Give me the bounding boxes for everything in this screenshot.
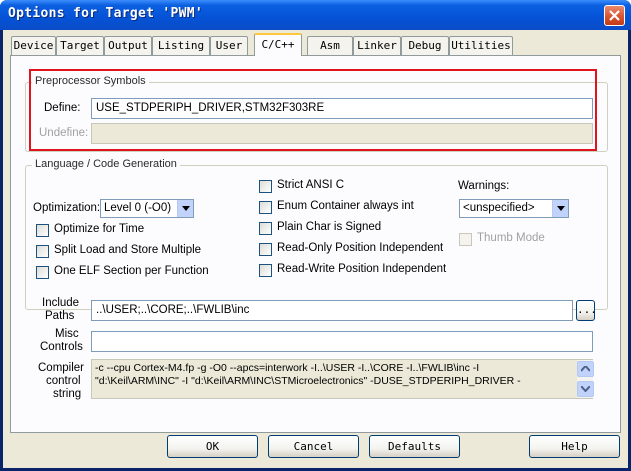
optimize-time-checkbox[interactable]: [36, 224, 49, 237]
warnings-dropdown-arrow[interactable]: [552, 200, 568, 217]
warnings-select[interactable]: <unspecified>: [459, 199, 569, 218]
plain-char-checkbox[interactable]: [259, 222, 272, 235]
plain-char-label: Plain Char is Signed: [277, 221, 382, 233]
tab-debug[interactable]: Debug: [401, 36, 449, 55]
thumb-mode-checkbox[interactable]: [459, 233, 472, 246]
window-title: Options for Target 'PWM': [8, 6, 204, 21]
language-group-label: Language / Code Generation: [32, 158, 180, 170]
chevron-up-icon: [581, 366, 590, 372]
scroll-up-button[interactable]: [577, 361, 594, 377]
tab-target[interactable]: Target: [56, 36, 104, 55]
chevron-down-icon: [182, 206, 190, 211]
ropi-label: Read-Only Position Independent: [277, 242, 444, 254]
split-load-checkbox[interactable]: [36, 245, 49, 258]
compiler-string-line1: -c --cpu Cortex-M4.fp -g -O0 --apcs=inte…: [95, 362, 480, 374]
compiler-label-line1: Compiler: [38, 362, 85, 374]
warnings-label: Warnings:: [458, 180, 510, 192]
thumb-mode-label: Thumb Mode: [477, 232, 545, 244]
compiler-label-line3: string: [53, 388, 82, 400]
optimization-value: Level 0 (-O0): [104, 202, 172, 214]
misc-controls-input[interactable]: [91, 331, 593, 352]
include-paths-browse-button[interactable]: ...: [576, 300, 597, 321]
misc-label-line1: Misc: [55, 328, 79, 340]
tab-output[interactable]: Output: [104, 36, 152, 55]
tab-linker[interactable]: Linker: [353, 36, 401, 55]
scroll-down-button[interactable]: [577, 381, 594, 397]
strict-ansi-label: Strict ANSI C: [277, 179, 345, 191]
chevron-down-icon: [581, 386, 590, 392]
one-elf-label: One ELF Section per Function: [54, 265, 209, 277]
close-icon: [609, 10, 620, 21]
tab-cpp[interactable]: C/C++: [254, 33, 302, 56]
strict-ansi-checkbox[interactable]: [259, 180, 272, 193]
optimize-time-label: Optimize for Time: [54, 223, 145, 235]
misc-label-line2: Controls: [40, 341, 83, 353]
optimization-select[interactable]: Level 0 (-O0): [100, 199, 194, 218]
tab-user[interactable]: User: [210, 36, 248, 55]
tab-asm[interactable]: Asm: [307, 36, 353, 55]
rwpi-checkbox[interactable]: [259, 264, 272, 277]
compiler-label-line2: control: [46, 375, 81, 387]
tab-utilities[interactable]: Utilities: [449, 36, 513, 55]
optimization-label: Optimization:: [33, 202, 101, 214]
optimization-dropdown-arrow[interactable]: [177, 200, 193, 217]
warnings-value: <unspecified>: [463, 202, 535, 214]
one-elf-checkbox[interactable]: [36, 266, 49, 279]
chevron-down-icon: [557, 206, 565, 211]
enum-container-checkbox[interactable]: [259, 201, 272, 214]
include-label-line2: Paths: [45, 310, 75, 322]
enum-container-label: Enum Container always int: [277, 200, 414, 212]
dialog-client-area: Device Target Output Listing User C/C++ …: [3, 30, 628, 468]
close-button[interactable]: [604, 5, 625, 26]
include-paths-input[interactable]: ..\USER;..\CORE;..\FWLIB\inc: [91, 300, 573, 321]
compiler-string-box[interactable]: -c --cpu Cortex-M4.fp -g -O0 --apcs=inte…: [91, 359, 593, 399]
rwpi-label: Read-Write Position Independent: [277, 263, 447, 275]
tab-device[interactable]: Device: [11, 36, 56, 55]
cancel-button[interactable]: Cancel: [268, 435, 359, 458]
highlight-box: [29, 69, 597, 151]
defaults-button[interactable]: Defaults: [369, 435, 460, 458]
help-button[interactable]: Help: [529, 435, 620, 458]
tab-listing[interactable]: Listing: [152, 36, 210, 55]
include-label-line1: Include: [42, 297, 80, 309]
options-dialog: Options for Target 'PWM' Device Target O…: [0, 0, 631, 471]
ropi-checkbox[interactable]: [259, 243, 272, 256]
title-bar[interactable]: Options for Target 'PWM': [0, 0, 631, 30]
split-load-label: Split Load and Store Multiple: [54, 244, 202, 256]
ok-button[interactable]: OK: [167, 435, 258, 458]
compiler-string-line2: "d:\Keil\ARM\INC" -I "d:\Keil\ARM\INC\ST…: [95, 375, 521, 387]
compiler-string-scrollbar[interactable]: [576, 360, 594, 398]
